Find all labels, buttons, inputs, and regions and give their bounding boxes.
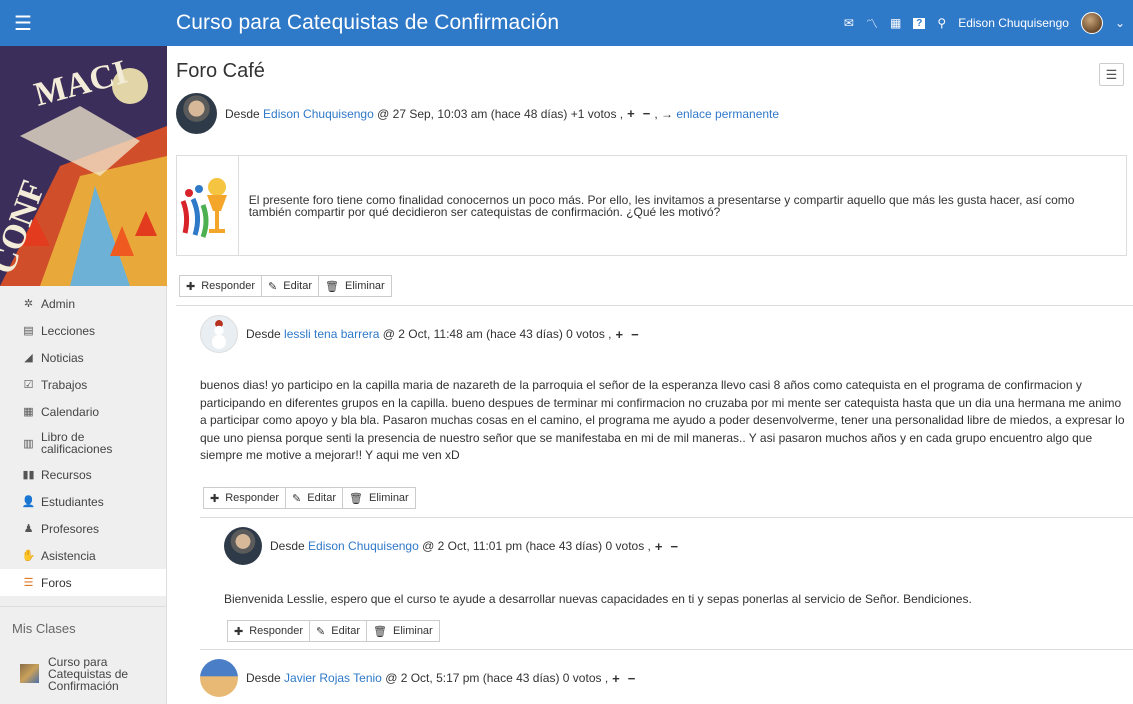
mis-clases-heading: Mis Clases <box>0 606 166 646</box>
author-link[interactable]: Edison Chuquisengo <box>263 107 374 121</box>
permalink-link[interactable]: enlace permanente <box>676 107 779 121</box>
options-menu-button[interactable]: ☰ <box>1099 63 1124 86</box>
user-name[interactable]: Edison Chuquisengo <box>958 16 1069 30</box>
page-title: Foro Café <box>176 60 265 82</box>
class-thumbnail <box>20 664 39 683</box>
chevron-down-icon[interactable]: ⌄ <box>1115 16 1125 30</box>
author-link[interactable]: lessli tena barrera <box>284 327 379 341</box>
author-avatar[interactable] <box>224 527 262 565</box>
main-post-body: El presente foro tiene como finalidad co… <box>176 155 1127 256</box>
vote-down-button[interactable]: − <box>631 327 639 342</box>
reply-button[interactable]: ✚ Responder <box>204 488 287 508</box>
pencil-icon: ✎ <box>292 492 302 505</box>
class-name: Curso para Catequistas de Confirmación <box>48 655 129 693</box>
delete-button[interactable]: 🗑 Eliminar <box>367 621 439 641</box>
vote-down-button[interactable]: − <box>643 106 651 121</box>
library-icon: ▮▮ <box>22 469 35 481</box>
vote-up-button[interactable]: + <box>655 539 663 554</box>
sidebar-item-admin[interactable]: ✲ Admin <box>0 290 166 317</box>
edit-button[interactable]: ✎ Editar <box>310 621 368 641</box>
reply-header: Desde lessli tena barrera @ 2 Oct, 11:48… <box>200 315 643 353</box>
sidebar-item-estudiantes[interactable]: 👤 Estudiantes <box>0 488 166 515</box>
calendar-grid-icon[interactable]: ▦ <box>890 16 901 30</box>
delete-button[interactable]: 🗑 Eliminar <box>343 488 415 508</box>
post-date: @ 27 Sep, 10:03 am (hace 48 días) +1 vot… <box>377 106 624 121</box>
main-content: Foro Café ☰ Desde Edison Chuquisengo @ 2… <box>176 46 1133 704</box>
trash-icon: 🗑 <box>349 492 363 505</box>
main-post-actions: ✚ Responder ✎ Editar 🗑 Eliminar <box>179 275 392 297</box>
trash-icon: 🗑 <box>325 280 339 293</box>
search-icon[interactable]: ⚲ <box>937 16 946 30</box>
author-avatar[interactable] <box>200 315 238 353</box>
divider <box>200 649 1133 650</box>
post-date: @ 2 Oct, 5:17 pm (hace 43 días) 0 votos … <box>385 671 609 685</box>
trash-icon: 🗑 <box>373 625 387 638</box>
vote-up-button[interactable]: + <box>616 327 624 342</box>
megaphone-icon: ◢ <box>24 352 33 364</box>
author-link[interactable]: Javier Rojas Tenio <box>284 671 382 685</box>
post-date: @ 2 Oct, 11:01 pm (hace 43 días) 0 votos… <box>422 539 651 553</box>
permalink-arrow: , → <box>654 106 673 121</box>
main-post-header: Desde Edison Chuquisengo @ 27 Sep, 10:03… <box>176 93 779 134</box>
reply-button[interactable]: ✚ Responder <box>180 276 263 296</box>
main-post-text: El presente foro tiene como finalidad co… <box>248 193 1075 219</box>
reply-actions: ✚ Responder ✎ Editar 🗑 Eliminar <box>203 487 416 509</box>
pencil-icon: ✎ <box>316 625 326 638</box>
teacher-icon: ♟ <box>23 523 34 535</box>
pencil-icon: ✎ <box>268 280 278 293</box>
sidebar-item-calendario[interactable]: ▦ Calendario <box>0 398 166 425</box>
vote-down-button[interactable]: − <box>628 671 636 686</box>
reply-header: Desde Javier Rojas Tenio @ 2 Oct, 5:17 p… <box>200 659 639 697</box>
forum-icon: ☰ <box>23 577 34 589</box>
checklist-icon: ☑ <box>23 379 34 391</box>
confirmation-logo-image <box>177 156 239 255</box>
sidebar-item-asistencia[interactable]: ✋ Asistencia <box>0 542 166 569</box>
sidebar-item-recursos[interactable]: ▮▮ Recursos <box>0 461 166 488</box>
author-avatar[interactable] <box>200 659 238 697</box>
sidebar-item-profesores[interactable]: ♟ Profesores <box>0 515 166 542</box>
vote-up-button[interactable]: + <box>627 106 635 121</box>
plus-icon: ✚ <box>234 625 244 638</box>
sidebar-item-libro-de-calificaciones[interactable]: ▥ Libro de calificaciones <box>0 425 166 461</box>
reply-button[interactable]: ✚ Responder <box>228 621 311 641</box>
hamburger-menu-icon[interactable]: ☰ <box>0 0 46 46</box>
plus-icon: ✚ <box>186 280 196 293</box>
user-avatar[interactable] <box>1080 12 1103 34</box>
vote-up-button[interactable]: + <box>612 671 620 686</box>
top-bar: ☰ Curso para Catequistas de Confirmación… <box>0 0 1133 46</box>
sidebar-item-trabajos[interactable]: ☑ Trabajos <box>0 371 166 398</box>
plus-icon: ✚ <box>210 492 220 505</box>
reply-actions: ✚ Responder ✎ Editar 🗑 Eliminar <box>227 620 440 642</box>
student-icon: 👤 <box>21 496 36 508</box>
gear-icon: ✲ <box>23 298 34 310</box>
vote-down-button[interactable]: − <box>670 539 678 554</box>
gradebook-icon: ▥ <box>23 437 34 450</box>
post-date: @ 2 Oct, 11:48 am (hace 43 días) 0 votos… <box>382 327 612 341</box>
reply-header: Desde Edison Chuquisengo @ 2 Oct, 11:01 … <box>224 527 682 565</box>
reply-body: buenos dias! yo participo en la capilla … <box>200 378 1125 462</box>
divider <box>176 305 1133 306</box>
reply-body: Bienvenida Lesslie, espero que el curso … <box>224 592 972 606</box>
sidebar-nav: ✲ Admin ▤ Lecciones ◢ Noticias ☑ Trabajos ▦ C… <box>0 290 166 596</box>
mail-icon[interactable]: ✉ <box>844 16 854 30</box>
calendar-icon: ▦ <box>23 406 34 418</box>
class-item[interactable]: Curso para Catequistas de Confirmación <box>0 656 166 692</box>
course-banner-image: CONF MACI <box>0 46 167 286</box>
author-link[interactable]: Edison Chuquisengo <box>308 539 419 553</box>
book-icon: ▤ <box>23 325 34 337</box>
author-avatar[interactable] <box>176 93 217 134</box>
edit-button[interactable]: ✎ Editar <box>286 488 344 508</box>
help-icon[interactable]: ? <box>913 17 926 29</box>
sidebar-item-foros[interactable]: ☰ Foros <box>0 569 166 596</box>
delete-button[interactable]: 🗑 Eliminar <box>319 276 391 296</box>
broadcast-icon[interactable]: 〽 <box>866 15 878 32</box>
course-title[interactable]: Curso para Catequistas de Confirmación <box>176 11 559 35</box>
sidebar-item-lecciones[interactable]: ▤ Lecciones <box>0 317 166 344</box>
sidebar: CONF MACI ✲ Admin ▤ Lecciones ◢ Noticias ☑ T… <box>0 46 167 704</box>
sidebar-item-noticias[interactable]: ◢ Noticias <box>0 344 166 371</box>
edit-button[interactable]: ✎ Editar <box>262 276 320 296</box>
divider <box>200 517 1133 518</box>
top-right-toolbar: ✉ 〽 ▦ ? ⚲ Edison Chuquisengo ⌄ <box>844 0 1125 46</box>
handshake-icon: ✋ <box>21 550 36 562</box>
